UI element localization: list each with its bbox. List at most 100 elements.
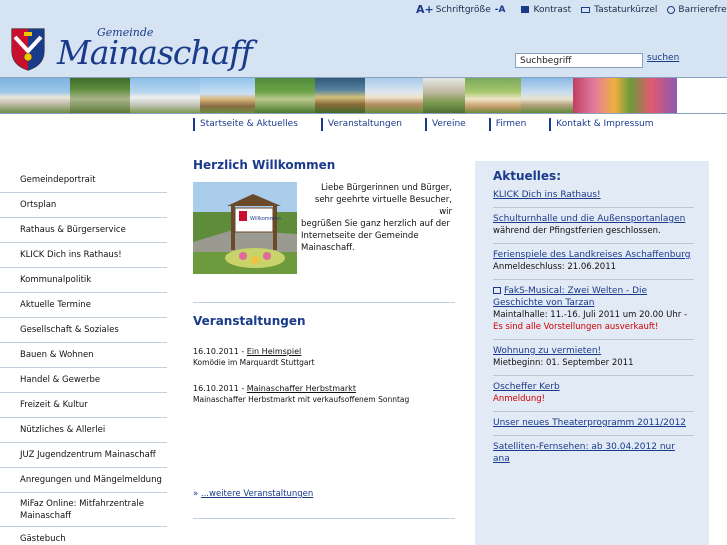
event-title-link[interactable]: Mainaschaffer Herbstmarkt (247, 384, 356, 393)
photo-field (423, 78, 465, 113)
event-date: 16.10.2011 - (193, 347, 247, 356)
photo-tower (315, 78, 365, 113)
welcome-line: begrüßen Sie ganz herzlich auf der (301, 219, 450, 229)
search-input[interactable] (515, 53, 643, 68)
event-date: 16.10.2011 - (193, 384, 247, 393)
welcome-text: Liebe Bürgerinnen und Bürger, sehr geehr… (297, 182, 452, 274)
accessible-link[interactable]: Barrierefrei (667, 5, 727, 15)
sidebar-item[interactable]: Gästebuch (0, 527, 167, 545)
logo-title[interactable]: Mainaschaff (57, 33, 253, 72)
welcome-section: Herzlich Willkommen Willkommen Liebe Bür… (193, 158, 456, 274)
event-item: 16.10.2011 - Ein Heimspiel Komödie im Ma… (193, 346, 315, 368)
welcome-line: sehr geehrte virtuelle Besucher, wir (314, 195, 452, 217)
news-description: Maintalhalle: 11.-16. Juli 2011 um 20.00… (493, 309, 694, 333)
photo-sports-hall (521, 78, 573, 113)
news-link[interactable]: FakS-Musical: Zwei Welten - Die Geschich… (493, 285, 694, 309)
accessible-label: Barrierefrei (678, 4, 727, 15)
welcome-sign-photo: Willkommen (193, 182, 297, 274)
news-link[interactable]: KLICK Dich ins Rathaus! (493, 189, 694, 201)
welcome-row: Willkommen Liebe Bürgerinnen und Bürger,… (193, 182, 456, 274)
font-increase-button[interactable]: A+ (416, 3, 434, 16)
sidebar-item[interactable]: Kommunalpolitik (0, 268, 167, 293)
event-description: Komödie im Marquardt Stuttgart (193, 358, 315, 367)
news-item: Satelliten-Fernsehen: ab 30.04.2012 nur … (493, 436, 694, 471)
news-link[interactable]: Wohnung zu vermieten! (493, 345, 694, 357)
sign-text: Willkommen (250, 216, 281, 222)
event-item: 16.10.2011 - Mainaschaffer Herbstmarkt M… (193, 383, 409, 405)
news-link[interactable]: Oscheffer Kerb (493, 381, 694, 393)
news-link[interactable]: Satelliten-Fernsehen: ab 30.04.2012 nur … (493, 441, 694, 465)
contrast-icon (521, 6, 530, 13)
photo-hall (130, 78, 200, 113)
font-size-label: Schriftgröße (435, 4, 491, 15)
sidebar: Gemeindeportrait Ortsplan Rathaus & Bürg… (0, 167, 167, 545)
photo-garden (465, 78, 521, 113)
nav-item-events[interactable]: Veranstaltungen (320, 118, 408, 131)
news-item: Oscheffer Kerb Anmeldung! (493, 376, 694, 412)
more-events-prefix: » (193, 489, 201, 499)
photo-strip (0, 77, 727, 114)
font-decrease-button[interactable]: -A (495, 5, 506, 15)
event-description: Mainaschaffer Herbstmarkt mit verkaufsof… (193, 395, 410, 404)
section-divider (193, 302, 455, 303)
font-size-control: A+ Schriftgröße -A (416, 3, 511, 16)
sidebar-item[interactable]: Gemeindeportrait (0, 167, 167, 193)
news-item: Schulturnhalle und die Außensportanlagen… (493, 208, 694, 244)
news-item: Unser neues Theaterprogramm 2011/2012 (493, 412, 694, 436)
news-item: Ferienspiele des Landkreises Aschaffenbu… (493, 244, 694, 280)
sidebar-item[interactable]: Gesellschaft & Soziales (0, 318, 167, 343)
nav-item-clubs[interactable]: Vereine (424, 118, 472, 131)
page-header: A+ Schriftgröße -A Kontrast Tastaturkürz… (0, 0, 727, 78)
news-link[interactable]: Schulturnhalle und die Außensportanlagen (493, 213, 694, 225)
contrast-link[interactable]: Kontrast (521, 5, 571, 15)
main-nav: Startseite & Aktuelles Veranstaltungen V… (193, 118, 660, 131)
photo-landscape (255, 78, 315, 113)
section-divider (193, 518, 455, 519)
sidebar-item[interactable]: Freizeit & Kultur (0, 393, 167, 418)
photo-house (365, 78, 423, 113)
news-description: während der Pfingstferien geschlossen. (493, 226, 661, 236)
news-item: FakS-Musical: Zwei Welten - Die Geschich… (493, 280, 694, 340)
news-link[interactable]: Ferienspiele des Landkreises Aschaffenbu… (493, 249, 694, 261)
nav-item-contact[interactable]: Kontakt & Impressum (549, 118, 659, 131)
sidebar-item[interactable]: Handel & Gewerbe (0, 368, 167, 393)
sidebar-item[interactable]: Bauen & Wohnen (0, 343, 167, 368)
news-panel: Aktuelles: KLICK Dich ins Rathaus! Schul… (475, 161, 709, 545)
sidebar-item[interactable]: Anregungen und Mängelmeldung (0, 468, 167, 493)
news-heading: Aktuelles: (493, 169, 561, 183)
news-item: Wohnung zu vermieten! Mietbeginn: 01. Se… (493, 340, 694, 376)
accessibility-icon (667, 5, 676, 14)
photo-trees (70, 78, 130, 113)
search-button[interactable]: suchen (647, 53, 679, 63)
shortcuts-link[interactable]: Tastaturkürzel (581, 5, 657, 15)
sidebar-item[interactable]: Rathaus & Bürgerservice (0, 218, 167, 243)
coat-of-arms-logo[interactable] (10, 27, 46, 71)
sidebar-item[interactable]: JUZ Jugendzentrum Mainaschaff (0, 443, 167, 468)
welcome-heading: Herzlich Willkommen (193, 158, 336, 172)
sidebar-item[interactable]: MiFaz Online: Mitfahrzentrale Mainaschaf… (0, 493, 167, 527)
welcome-line: Liebe Bürgerinnen und Bürger, (320, 183, 452, 193)
event-title-link[interactable]: Ein Heimspiel (247, 347, 301, 356)
nav-item-home[interactable]: Startseite & Aktuelles (193, 118, 304, 131)
photo-buildings (0, 78, 70, 113)
news-link[interactable]: Unser neues Theaterprogramm 2011/2012 (493, 417, 694, 429)
news-description: Anmeldeschluss: 21.06.2011 (493, 262, 617, 272)
news-description: Mietbeginn: 01. September 2011 (493, 358, 634, 368)
more-events-link[interactable]: » ...weitere Veranstaltungen (193, 489, 313, 499)
sidebar-item[interactable]: Nützliches & Allerlei (0, 418, 167, 443)
photo-church (200, 78, 255, 113)
external-link-icon (493, 287, 501, 294)
news-description-text: Maintalhalle: 11.-16. Juli 2011 um 20.00… (493, 310, 688, 320)
news-alert: Es sind alle Vorstellungen ausverkauft! (493, 322, 659, 332)
sidebar-item[interactable]: KLICK Dich ins Rathaus! (0, 243, 167, 268)
utility-bar: A+ Schriftgröße -A Kontrast Tastaturkürz… (416, 3, 727, 16)
sidebar-item[interactable]: Aktuelle Termine (0, 293, 167, 318)
welcome-line: Internetseite der Gemeinde (301, 231, 419, 241)
photo-flowers (573, 78, 677, 113)
news-alert: Anmeldung! (493, 394, 546, 404)
contrast-label: Kontrast (533, 4, 572, 15)
nav-item-companies[interactable]: Firmen (488, 118, 533, 131)
news-link-label: FakS-Musical: Zwei Welten - Die Geschich… (493, 286, 648, 308)
sidebar-item[interactable]: Ortsplan (0, 193, 167, 218)
news-item: KLICK Dich ins Rathaus! (493, 189, 694, 208)
